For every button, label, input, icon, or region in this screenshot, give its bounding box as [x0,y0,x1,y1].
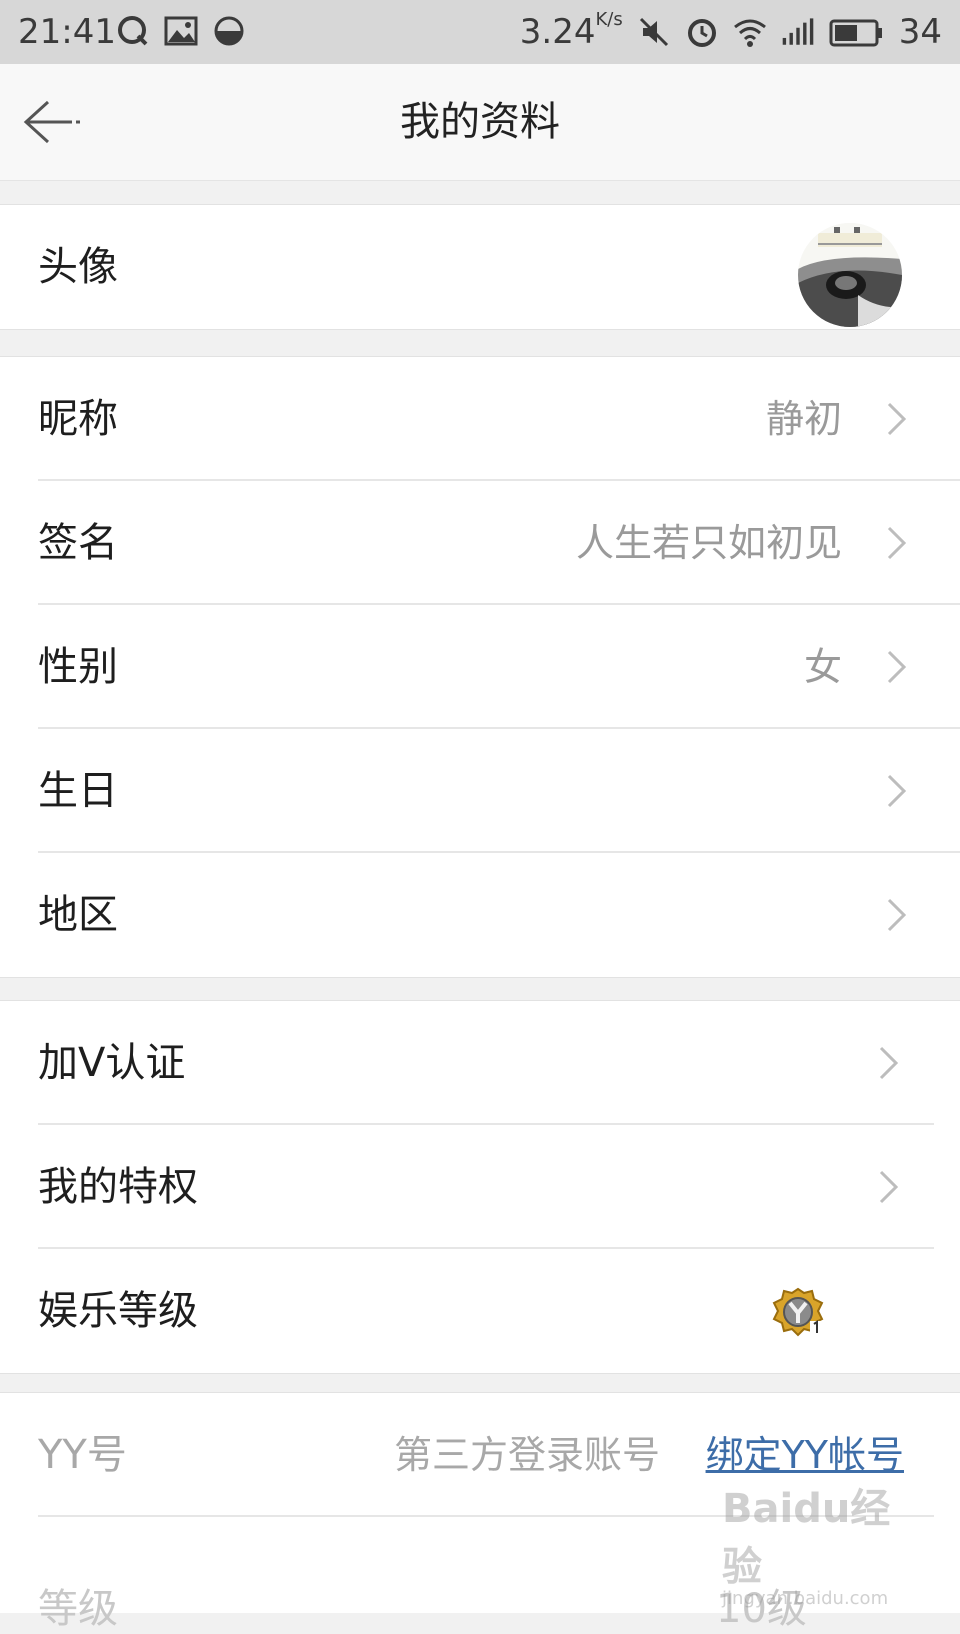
image-icon [164,16,198,46]
avatar-label: 头像 [38,244,118,290]
profile-section: 昵称 静初 签名 人生若只如初见 性别 女 生日 地区 [0,356,960,978]
chevron-right-icon [879,1046,899,1080]
chevron-right-icon [887,402,907,436]
signature-row[interactable]: 签名 人生若只如初见 [0,481,960,605]
bind-yy-account-link[interactable]: 绑定YY帐号 [706,1393,904,1517]
birthday-label: 生日 [38,768,118,814]
page-title: 我的资料 [400,99,560,145]
chevron-right-icon [887,774,907,808]
level-value-partial: 10级 [716,1586,807,1632]
gender-row[interactable]: 性别 女 [0,605,960,729]
title-bar: 我的资料 [0,64,960,181]
signature-label: 签名 [38,520,118,566]
chevron-right-icon [879,1170,899,1204]
clock: 21:41 [18,12,116,52]
divider [38,1515,934,1517]
extras-section: 加V认证 我的特权 娱乐等级 [0,1000,960,1374]
region-label: 地区 [38,892,118,938]
alarm-icon [687,19,716,47]
network-speed: 3.24K/s [519,9,623,52]
privileges-row[interactable]: 我的特权 [0,1125,960,1249]
battery-level: 34 [898,12,942,52]
avatar-section: 头像 [0,204,960,330]
gender-value: 女 [803,645,842,689]
entertainment-level-row[interactable]: 娱乐等级 [0,1249,960,1373]
yy-number-label: YY号 [38,1432,127,1478]
entertainment-level-label: 娱乐等级 [38,1288,198,1334]
half-circle-icon [214,16,244,46]
gender-label: 性别 [38,644,118,690]
signature-value: 人生若只如初见 [575,521,842,565]
level-label-partial: 等级 [38,1586,118,1632]
signal-icon [782,18,814,45]
chevron-right-icon [887,898,907,932]
nickname-value: 静初 [765,397,842,441]
battery-icon [829,19,882,47]
yy-number-value: 第三方登录账号 [393,1433,660,1477]
chevron-right-icon [887,526,907,560]
qq-icon [118,16,148,46]
wifi-icon [733,19,766,47]
account-section: YY号 第三方登录账号 绑定YY帐号 [0,1392,960,1613]
birthday-row[interactable]: 生日 [0,729,960,853]
privileges-label: 我的特权 [38,1164,198,1210]
nickname-row[interactable]: 昵称 静初 [0,357,960,481]
region-row[interactable]: 地区 [0,853,960,977]
yy-number-row: YY号 第三方登录账号 绑定YY帐号 [0,1393,960,1517]
nickname-label: 昵称 [38,396,118,442]
v-verification-row[interactable]: 加V认证 [0,1001,960,1125]
avatar-row[interactable]: 头像 [0,205,960,329]
status-bar: 21:41 3.24K/s 34 [0,0,960,64]
chevron-right-icon [887,650,907,684]
level-badge-icon [772,1287,824,1337]
avatar[interactable] [798,223,902,327]
mute-icon [639,17,668,47]
v-verification-label: 加V认证 [38,1040,186,1086]
